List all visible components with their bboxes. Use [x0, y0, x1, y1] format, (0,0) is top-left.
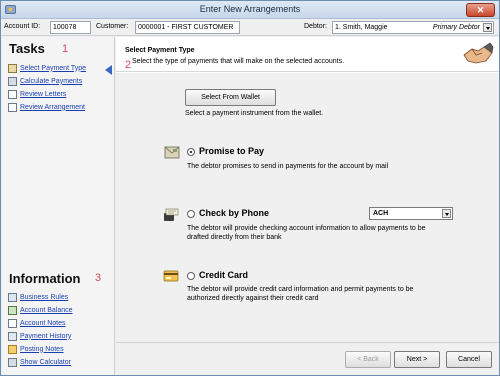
debtor-select[interactable]: 1. Smith, Maggie Primary Debtor: [332, 21, 494, 34]
info-account-notes[interactable]: Account Notes: [8, 318, 66, 328]
credit-card-icon: [163, 270, 179, 282]
customer-field[interactable]: 0000001 - FIRST CUSTOMER: [135, 21, 240, 34]
page-description: Select the type of payments that will ma…: [132, 58, 345, 65]
mail-icon: [164, 146, 180, 159]
window-title: Enter New Arrangements: [199, 4, 301, 14]
info-account-balance[interactable]: Account Balance: [8, 305, 73, 315]
account-id-label: Account ID:: [4, 23, 41, 30]
checklist-icon: [8, 102, 17, 112]
bank-draft-type-value: ACH: [373, 210, 389, 217]
task-label: Select Payment Type: [20, 64, 87, 72]
debtor-name: 1. Smith, Maggie: [335, 24, 388, 31]
info-label: Account Balance: [20, 306, 73, 314]
title-bar: Enter New Arrangements ✕: [1, 1, 499, 19]
window: Enter New Arrangements ✕ Account ID: 100…: [0, 0, 500, 376]
task-review-arrangement[interactable]: Review Arrangement: [8, 102, 85, 112]
promise-to-pay-title: Promise to Pay: [199, 146, 265, 156]
info-label: Business Rules: [20, 293, 69, 301]
bank-draft-type-select[interactable]: ACH: [369, 207, 453, 220]
payment-type-icon: [8, 63, 17, 73]
next-button[interactable]: Next >: [394, 351, 440, 368]
credit-card-radio[interactable]: [187, 272, 195, 280]
info-label: Posting Notes: [20, 345, 64, 353]
credit-card-description-2: authorized directly against their credit…: [187, 295, 319, 302]
panel-header: Select Payment Type 2 Select the type of…: [116, 37, 499, 72]
promise-to-pay-description: The debtor promises to send in payments …: [187, 163, 389, 170]
select-from-wallet-button[interactable]: Select From Wallet: [185, 89, 276, 106]
task-label: Review Letters: [20, 90, 67, 98]
info-show-calculator[interactable]: Show Calculator: [8, 357, 71, 367]
phone-check-icon: [164, 208, 179, 221]
info-label: Show Calculator: [20, 358, 71, 366]
balance-icon: [8, 305, 17, 315]
check-by-phone-description-2: drafted directly from their bank: [187, 234, 282, 241]
rules-icon: [8, 292, 17, 302]
information-title: Information: [9, 271, 81, 286]
task-review-letters[interactable]: Review Letters: [8, 89, 66, 99]
divider: [116, 342, 499, 343]
close-button[interactable]: ✕: [466, 3, 495, 17]
debtor-role: Primary Debtor: [432, 24, 480, 31]
current-step-arrow-icon: [105, 65, 112, 75]
sidebar: Tasks 1 Select Payment Type Calculate Pa…: [2, 37, 115, 375]
credit-card-title: Credit Card: [199, 270, 249, 280]
notes-icon: [8, 318, 17, 328]
check-by-phone-radio[interactable]: [187, 210, 195, 218]
folder-icon: [8, 344, 17, 354]
info-label: Payment History: [20, 332, 72, 340]
account-header: Account ID: 100078 Customer: 0000001 - F…: [1, 19, 499, 36]
task-calculate-payments[interactable]: Calculate Payments: [8, 76, 82, 86]
check-by-phone-title: Check by Phone: [199, 208, 270, 218]
wallet-description: Select a payment instrument from the wal…: [185, 110, 324, 117]
calculator-icon: [8, 357, 17, 367]
history-icon: [8, 331, 17, 341]
calculator-icon: [8, 76, 17, 86]
payment-options-area: Select From Wallet Select a payment inst…: [116, 73, 499, 375]
tasks-title: Tasks: [9, 41, 45, 56]
info-step-number: 3: [95, 272, 102, 284]
page-title: Select Payment Type: [125, 47, 195, 54]
letter-icon: [8, 89, 17, 99]
customer-label: Customer:: [96, 23, 129, 30]
info-business-rules[interactable]: Business Rules: [8, 292, 68, 302]
info-label: Account Notes: [20, 319, 66, 327]
chevron-down-icon[interactable]: [483, 23, 492, 32]
tasks-step-number: 1: [62, 43, 69, 55]
info-posting-notes[interactable]: Posting Notes: [8, 344, 64, 354]
task-label: Review Arrangement: [20, 103, 85, 111]
promise-to-pay-radio[interactable]: [187, 148, 195, 156]
back-button[interactable]: < Back: [345, 351, 391, 368]
main-step-number: 2: [125, 59, 132, 71]
account-id-field[interactable]: 100078: [50, 21, 91, 34]
handshake-icon: [463, 42, 494, 64]
cancel-button[interactable]: Cancel: [446, 351, 492, 368]
debtor-label: Debtor:: [304, 23, 327, 30]
main-panel: Select Payment Type 2 Select the type of…: [116, 37, 499, 375]
task-label: Calculate Payments: [20, 77, 83, 85]
chevron-down-icon[interactable]: [442, 209, 451, 218]
task-select-payment-type[interactable]: Select Payment Type: [8, 63, 86, 73]
info-payment-history[interactable]: Payment History: [8, 331, 71, 341]
